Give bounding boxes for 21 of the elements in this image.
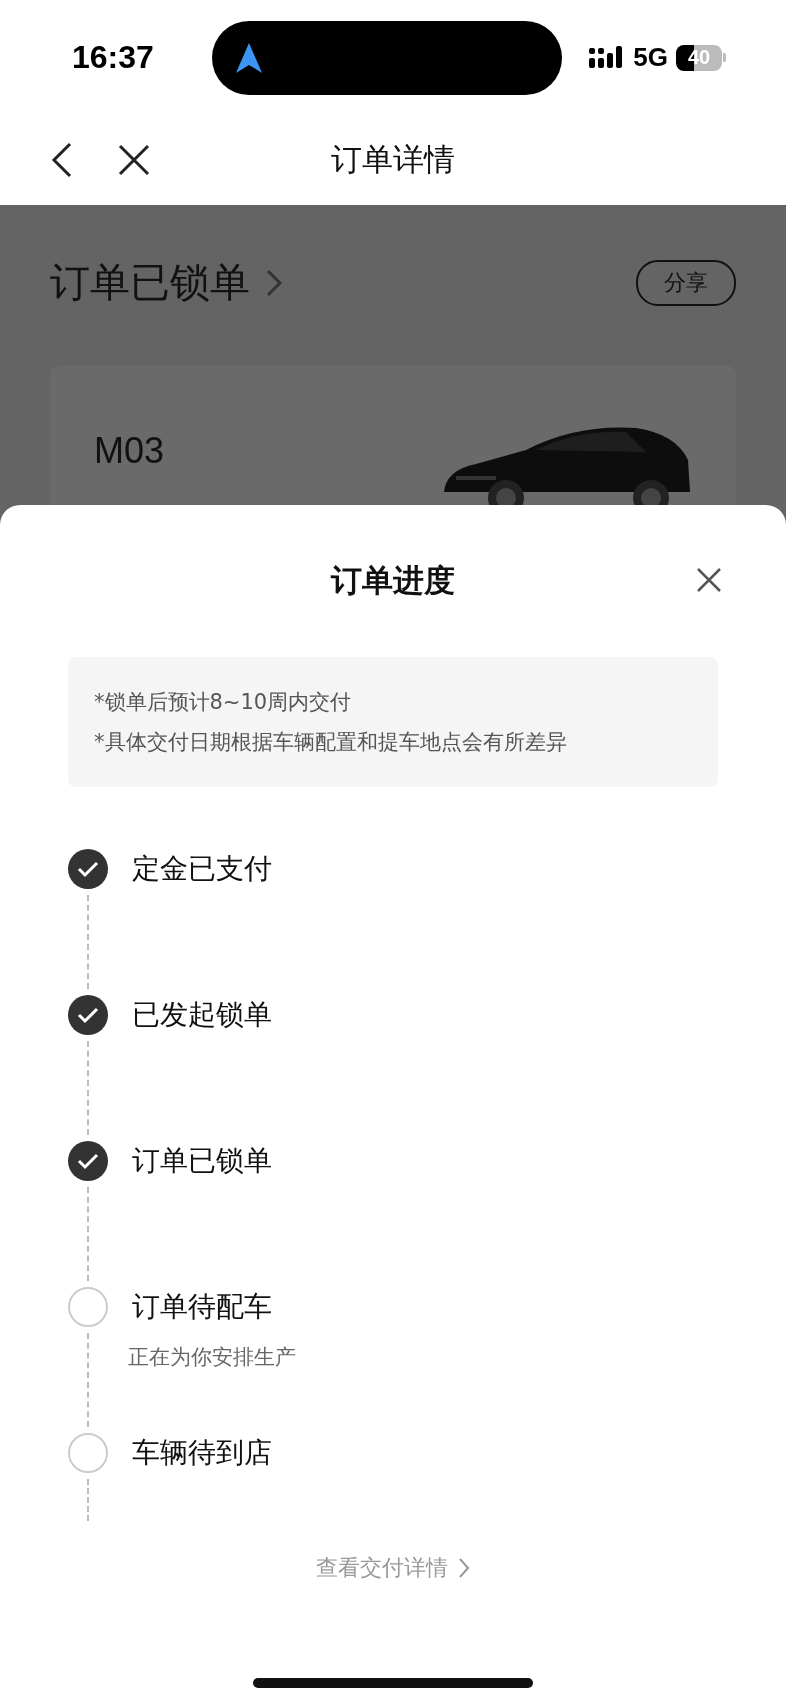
order-status-title[interactable]: 订单已锁单 — [50, 255, 250, 310]
share-button[interactable]: 分享 — [636, 259, 736, 306]
page-title: 订单详情 — [331, 140, 455, 179]
step-label: 已发起锁单 — [132, 998, 272, 1031]
status-time: 16:37 — [72, 39, 155, 76]
step-label: 订单已锁单 — [132, 1144, 272, 1177]
sheet-title: 订单进度 — [331, 561, 455, 600]
step-label: 订单待配车 — [132, 1290, 272, 1323]
step-detail: 正在为你安排生产 — [128, 1344, 297, 1371]
close-button[interactable] — [696, 567, 722, 593]
notice-text: *具体交付日期根据车辆配置和提车地点会有所差异 — [94, 729, 568, 756]
close-button[interactable] — [118, 144, 150, 176]
car-model: M03 — [94, 430, 165, 473]
notice-text: *锁单后预计8~10周内交付 — [94, 689, 353, 716]
delivery-details-link[interactable]: 查看交付详情 — [316, 1553, 470, 1583]
step-label: 定金已支付 — [132, 852, 272, 885]
network-label: 5G — [633, 42, 668, 73]
chevron-right-icon[interactable] — [458, 1557, 470, 1579]
navigation-arrow-icon — [236, 42, 262, 73]
back-button[interactable] — [50, 142, 74, 178]
step-label: 车辆待到店 — [132, 1436, 272, 1469]
